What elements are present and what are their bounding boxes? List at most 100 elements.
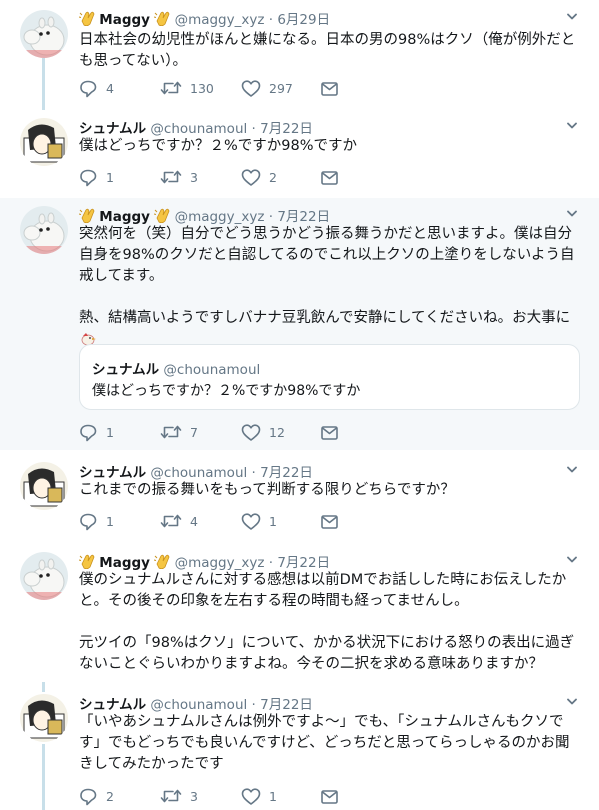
separator: · (251, 465, 256, 481)
reply-icon (80, 424, 97, 441)
reply-icon (80, 513, 97, 530)
retweet-button[interactable]: 130 (160, 78, 214, 98)
chevron-down-icon[interactable] (567, 555, 577, 565)
clapping-hands-icon (154, 554, 170, 569)
dm-icon (321, 425, 338, 440)
chevron-down-icon[interactable] (567, 121, 577, 131)
chevron-down-icon[interactable] (567, 12, 577, 22)
retweet-button[interactable]: 7 (160, 422, 198, 442)
author-handle[interactable]: @maggy_xyz (175, 12, 265, 28)
thread-line (42, 744, 45, 810)
chevron-down-icon[interactable] (567, 697, 577, 707)
quoted-tweet[interactable]: シュナムル @chounamoul 僕はどっちですか？２%ですか98%ですか (79, 344, 580, 410)
separator: · (251, 697, 256, 713)
tweet-date[interactable]: 7月22日 (277, 555, 330, 571)
tweet-date[interactable]: 7月22日 (277, 209, 330, 225)
avatar[interactable] (20, 694, 68, 742)
separator: · (251, 121, 256, 137)
tweet-text: 日本社会の幼児性がほんと嫌になる。日本の男の98%はクソ（俺が例外だとも思ってな… (79, 30, 584, 72)
chevron-down-icon[interactable] (567, 209, 577, 219)
avatar[interactable] (20, 10, 68, 58)
quoted-text: 僕はどっちですか？２%ですか98%ですか (92, 383, 361, 399)
reply-icon (80, 80, 97, 97)
reply-button[interactable]: 4 (79, 78, 114, 98)
retweet-icon (160, 425, 182, 439)
tweet-date[interactable]: 7月22日 (260, 121, 313, 137)
tweet-paragraph: 元ツイの「98%はクソ」について、かかる状況下における怒りの表出に過ぎないことぐ… (79, 635, 575, 672)
tweet-paragraph-text: 熱、結構高いようですしバナナ豆乳飲んで安静にしてくださいね。お大事に (79, 310, 571, 326)
tweet[interactable]: Maggy @maggy_xyz · 7月22日 僕のシュナムルさんに対する感想… (0, 542, 599, 682)
reply-button[interactable]: 1 (79, 511, 114, 531)
avatar[interactable] (20, 462, 68, 510)
like-button[interactable]: 1 (241, 786, 277, 806)
like-button[interactable]: 1 (241, 511, 277, 531)
tweet-text: これまでの振る舞いをもって判断する限りどちらですか？ (79, 480, 584, 501)
author-name[interactable]: シュナムル (79, 697, 146, 713)
author-name[interactable]: Maggy (99, 209, 150, 225)
tweet-paragraph: 日本社会の幼児性がほんと嫌になる。日本の男の98%はクソ（俺が例外だとも思ってな… (79, 32, 576, 69)
tweet-header: Maggy @maggy_xyz · 6月29日 (79, 8, 330, 28)
dm-button[interactable] (320, 786, 339, 806)
like-icon (241, 787, 261, 805)
dm-button[interactable] (320, 167, 339, 187)
reply-button[interactable]: 2 (79, 786, 114, 806)
retweet-button[interactable]: 4 (160, 511, 198, 531)
like-count: 297 (269, 80, 293, 96)
author-handle[interactable]: @chounamoul (150, 121, 247, 137)
author-handle[interactable]: @maggy_xyz (175, 555, 265, 571)
thread-line (42, 682, 45, 692)
tweet[interactable]: Maggy @maggy_xyz · 6月29日 日本社会の幼児性がほんと嫌にな… (0, 0, 599, 110)
tweet-date[interactable]: 7月22日 (260, 697, 313, 713)
author-name[interactable]: Maggy (99, 555, 150, 571)
reply-icon (80, 169, 97, 186)
clapping-hands-icon (79, 208, 95, 223)
avatar[interactable] (20, 552, 68, 600)
tweet-header: Maggy @maggy_xyz · 7月22日 (79, 551, 330, 571)
like-count: 1 (269, 513, 277, 529)
avatar[interactable] (20, 118, 68, 166)
dm-icon (321, 789, 338, 804)
tweet[interactable]: シュナムル @chounamoul · 7月22日 これまでの振る舞いをもって判… (0, 450, 599, 542)
like-button[interactable]: 12 (241, 422, 285, 442)
reply-count: 2 (106, 788, 114, 804)
retweet-button[interactable]: 3 (160, 167, 198, 187)
like-button[interactable]: 2 (241, 167, 277, 187)
author-name[interactable]: Maggy (99, 12, 150, 28)
tweet-date[interactable]: 6月29日 (277, 12, 330, 28)
quoted-author-name: シュナムル (92, 362, 160, 378)
retweet-button[interactable]: 3 (160, 786, 198, 806)
clapping-hands-icon (79, 11, 95, 26)
separator: · (268, 209, 274, 225)
author-name[interactable]: シュナムル (79, 465, 146, 481)
dm-icon (321, 170, 338, 185)
retweet-count: 3 (190, 788, 198, 804)
author-name[interactable]: シュナムル (79, 121, 146, 137)
tweet-text: 僕のシュナムルさんに対する感想は以前DMでお話しした時にお伝えしたかと。その後そ… (79, 570, 584, 675)
retweet-icon (160, 170, 182, 184)
reply-button[interactable]: 1 (79, 167, 114, 187)
chevron-down-icon[interactable] (567, 465, 577, 475)
like-button[interactable]: 297 (241, 78, 293, 98)
dm-button[interactable] (320, 78, 339, 98)
reply-button[interactable]: 1 (79, 422, 114, 442)
tweet-header: Maggy @maggy_xyz · 7月22日 (79, 205, 330, 225)
author-handle[interactable]: @chounamoul (150, 465, 247, 481)
author-handle[interactable]: @maggy_xyz (175, 209, 265, 225)
dm-button[interactable] (320, 511, 339, 531)
tweet-header: シュナムル @chounamoul · 7月22日 (79, 117, 313, 137)
reply-count: 1 (106, 424, 114, 440)
tweet-text: 突然何を（笑）自分でどう思うかどう振る舞うかだと思いますよ。僕は自分自身を98%… (79, 224, 584, 350)
tweet-date[interactable]: 7月22日 (260, 465, 313, 481)
reply-count: 1 (106, 169, 114, 185)
dm-button[interactable] (320, 422, 339, 442)
tweet[interactable]: Maggy @maggy_xyz · 7月22日 突然何を（笑）自分でどう思うか… (0, 198, 599, 450)
retweet-count: 3 (190, 169, 198, 185)
tweet[interactable]: シュナムル @chounamoul · 7月22日 僕はどっちですか？２%ですか… (0, 110, 599, 198)
clapping-hands-icon (79, 554, 95, 569)
reply-count: 1 (106, 513, 114, 529)
avatar[interactable] (20, 206, 68, 254)
author-handle[interactable]: @chounamoul (150, 697, 247, 713)
tweet[interactable]: シュナムル @chounamoul · 7月22日 「いやあシュナムルさんは例外… (0, 682, 599, 810)
tweet-paragraph: 突然何を（笑）自分でどう思うかどう振る舞うかだと思いますよ。僕は自分自身を98%… (79, 226, 575, 284)
tweet-paragraph: 僕はどっちですか？２%ですか98%ですか (79, 138, 358, 154)
